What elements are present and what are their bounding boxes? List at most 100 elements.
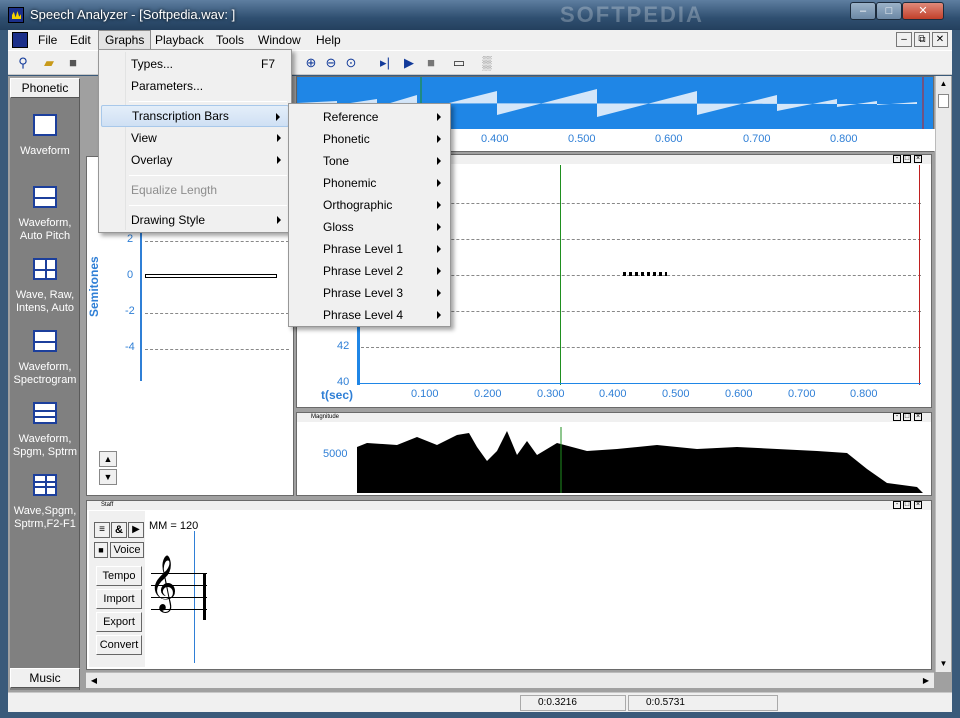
mdi-app-icon[interactable] [12, 32, 28, 48]
three-pane-layout-icon[interactable] [33, 402, 57, 424]
minimize-button[interactable]: – [850, 2, 876, 20]
submenu-item-gloss[interactable]: Gloss [291, 216, 449, 238]
submenu-item-label: Tone [323, 154, 350, 168]
submenu-item-reference[interactable]: Reference [291, 106, 449, 128]
record-icon[interactable]: ▭ [450, 54, 468, 72]
maximize-button[interactable]: □ [876, 2, 902, 20]
sidebar-item-label[interactable]: Waveform [10, 145, 80, 158]
menu-item-parameters[interactable]: Parameters... [101, 75, 289, 97]
waveform-icon[interactable]: ▒ [478, 54, 496, 72]
scroll-left-arrow[interactable]: ◀ [86, 673, 102, 688]
submenu-item-orthographic[interactable]: Orthographic [291, 194, 449, 216]
app-icon[interactable] [8, 7, 24, 23]
stop-icon[interactable]: ■ [422, 54, 440, 72]
menu-graphs[interactable]: Graphs [98, 30, 152, 50]
sidebar-item-label[interactable]: Waveform, Auto Pitch [10, 217, 80, 243]
sidebar-item-label[interactable]: Wave, Raw, Intens, Auto [10, 289, 80, 315]
submenu-arrow-icon [437, 267, 441, 275]
mdi-restore-button[interactable]: ⧉ [914, 32, 930, 47]
menu-item-types[interactable]: Types... F7 [101, 53, 289, 75]
menu-edit[interactable]: Edit [64, 30, 97, 50]
mdi-close-button[interactable]: ✕ [932, 32, 948, 47]
submenu-item-phrase-level-3[interactable]: Phrase Level 3 [291, 282, 449, 304]
tab-music[interactable]: Music [10, 668, 80, 688]
export-button[interactable]: Export [96, 612, 142, 632]
mdi-minimize-button[interactable]: – [896, 32, 912, 47]
menu-playback[interactable]: Playback [149, 30, 210, 50]
sidebar-item-label[interactable]: Waveform, Spgm, Sptrm [10, 433, 80, 459]
menu-item-transcription-bars[interactable]: Transcription Bars [101, 105, 289, 127]
submenu-item-tone[interactable]: Tone [291, 150, 449, 172]
scroll-down-button[interactable]: ▼ [99, 469, 117, 485]
horizontal-scrollbar[interactable]: ◀ ▶ [86, 672, 934, 688]
zoom-out-icon[interactable]: ⊖ [322, 54, 340, 72]
panel-minimize-button[interactable]: - [893, 155, 901, 163]
spectrum-title: Magnitude [311, 414, 340, 420]
submenu-arrow-icon [437, 179, 441, 187]
panel-maximize-button[interactable]: □ [903, 155, 911, 163]
staff-panel[interactable]: Staff - □ × MM = 120 𝄞 [86, 500, 932, 670]
waveform-layout-icon[interactable] [33, 114, 57, 136]
open-folder-icon[interactable]: ▰ [40, 54, 58, 72]
menu-item-equalize-length[interactable]: Equalize Length [101, 179, 289, 201]
submenu-item-phonemic[interactable]: Phonemic [291, 172, 449, 194]
staff-stop-button[interactable]: ■ [94, 542, 108, 558]
cursor2-time: 0:0.5731 [646, 697, 685, 708]
tab-phonetic[interactable]: Phonetic [10, 78, 80, 98]
tempo-button[interactable]: Tempo [96, 566, 142, 586]
scroll-down-arrow[interactable]: ▼ [936, 656, 951, 672]
staff-mode-button[interactable]: ≡ [94, 522, 110, 538]
scroll-thumb[interactable] [938, 94, 949, 108]
time-axis-label: t(sec) [321, 388, 354, 402]
spectrum-panel[interactable]: Magnitude - □ × 5000 [296, 412, 932, 496]
play-to-icon[interactable]: ▸| [376, 54, 394, 72]
menu-item-drawing-style[interactable]: Drawing Style [101, 209, 289, 231]
panel-close-button[interactable]: × [914, 155, 922, 163]
submenu-item-phrase-level-4[interactable]: Phrase Level 4 [291, 304, 449, 326]
spectrogram-plot [357, 427, 923, 493]
submenu-item-phrase-level-1[interactable]: Phrase Level 1 [291, 238, 449, 260]
scroll-up-arrow[interactable]: ▲ [936, 76, 951, 92]
panel-minimize-button[interactable]: - [893, 501, 901, 509]
time-tick: 0.700 [743, 133, 771, 145]
menu-tools[interactable]: Tools [210, 30, 250, 50]
menu-help[interactable]: Help [310, 30, 347, 50]
voice-button[interactable]: Voice [110, 542, 144, 558]
cursor-start[interactable] [560, 165, 561, 385]
transcription-bars-submenu: Reference Phonetic Tone Phonemic Orthogr… [288, 103, 451, 327]
zoom-in-icon[interactable]: ⊕ [302, 54, 320, 72]
menu-window[interactable]: Window [252, 30, 307, 50]
zoom-all-icon[interactable]: ⊙ [342, 54, 360, 72]
four-row-layout-icon[interactable] [33, 474, 57, 496]
staff-play-button[interactable]: ▶ [128, 522, 144, 538]
import-button[interactable]: Import [96, 589, 142, 609]
panel-maximize-button[interactable]: □ [903, 501, 911, 509]
menu-item-overlay[interactable]: Overlay [101, 149, 289, 171]
scroll-right-arrow[interactable]: ▶ [918, 673, 934, 688]
close-button[interactable]: ✕ [902, 2, 944, 20]
panel-close-button[interactable]: × [914, 413, 922, 421]
panel-minimize-button[interactable]: - [893, 413, 901, 421]
convert-button[interactable]: Convert [96, 635, 142, 655]
submenu-item-phonetic[interactable]: Phonetic [291, 128, 449, 150]
and-button[interactable]: & [111, 522, 127, 538]
sidebar-item-label[interactable]: Wave,Spgm, Sptrm,F2-F1 [10, 505, 80, 531]
save-icon[interactable]: ■ [64, 54, 82, 72]
time-tick: 0.800 [850, 388, 878, 400]
panel-close-button[interactable]: × [914, 501, 922, 509]
two-pane-layout-icon[interactable] [33, 186, 57, 208]
menu-item-view[interactable]: View [101, 127, 289, 149]
wand-icon[interactable]: ⚲ [14, 54, 32, 72]
panel-maximize-button[interactable]: □ [903, 413, 911, 421]
title-bar[interactable]: Speech Analyzer - [Softpedia.wav: ] SOFT… [0, 0, 960, 30]
cursor-end[interactable] [919, 165, 920, 385]
watermark-logo: SOFTPEDIA [560, 2, 704, 27]
four-pane-layout-icon[interactable] [33, 258, 57, 280]
two-pane-layout-icon[interactable] [33, 330, 57, 352]
vertical-scrollbar[interactable]: ▲ ▼ [935, 76, 951, 672]
play-icon[interactable]: ▶ [400, 54, 418, 72]
sidebar-item-label[interactable]: Waveform, Spectrogram [10, 361, 80, 387]
scroll-up-button[interactable]: ▲ [99, 451, 117, 467]
menu-file[interactable]: File [32, 30, 63, 50]
submenu-item-phrase-level-2[interactable]: Phrase Level 2 [291, 260, 449, 282]
